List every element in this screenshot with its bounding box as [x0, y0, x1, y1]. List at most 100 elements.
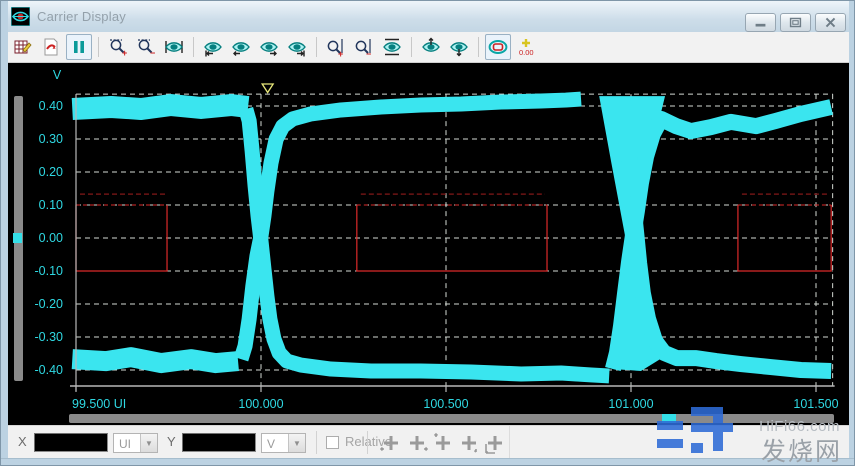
- move-right-button[interactable]: [405, 431, 429, 454]
- zero-marker-button[interactable]: 0.00: [513, 34, 539, 60]
- pan-right-button[interactable]: [256, 34, 282, 60]
- horizontal-scrollbar-thumb[interactable]: [662, 414, 676, 423]
- move-up-button[interactable]: [431, 431, 455, 454]
- toolbar-separator: [98, 37, 99, 57]
- toolbar-separator: [316, 37, 317, 57]
- mask-display-button[interactable]: [485, 34, 511, 60]
- zero-icon: 0.00: [516, 37, 536, 57]
- shift-down-button[interactable]: [446, 34, 472, 60]
- svg-text:−: −: [150, 48, 155, 57]
- fity-icon: [382, 37, 402, 57]
- x-unit-value: UI: [119, 437, 131, 451]
- y-field-label: Y: [167, 434, 176, 449]
- page-snapshot-button[interactable]: [38, 34, 64, 60]
- separator: [367, 431, 368, 454]
- svg-text:0.10: 0.10: [39, 198, 63, 212]
- horizontal-scrollbar[interactable]: [69, 414, 834, 423]
- svg-text:+: +: [122, 48, 127, 57]
- vertical-scrollbar[interactable]: [14, 96, 23, 381]
- separator: [316, 431, 317, 454]
- svg-text:+: +: [338, 49, 343, 57]
- carrier-display-window: Carrier Display + − + − 0.00 V 0.40 0.30 0.20 0.…: [0, 0, 855, 466]
- zoom-in-vertical-button[interactable]: +: [323, 34, 349, 60]
- minimize-button[interactable]: [745, 13, 776, 32]
- window-title: Carrier Display: [37, 9, 126, 24]
- relative-checkbox[interactable]: [326, 436, 339, 449]
- chevron-down-icon[interactable]: ▼: [140, 434, 157, 452]
- fitx-icon: [164, 37, 184, 57]
- zoomx+-icon: +: [108, 37, 128, 57]
- separator: [509, 426, 510, 459]
- eye-first-icon: [203, 37, 223, 57]
- report-edit-button[interactable]: [10, 34, 36, 60]
- x-field-label: X: [18, 434, 27, 449]
- eye-diagram-chart: V 0.40 0.30 0.20 0.10 0.00 -0.10 -0.20 -0.30 -0.4…: [8, 63, 849, 425]
- svg-text:99.500 UI: 99.500 UI: [72, 397, 126, 411]
- move-down-button[interactable]: [457, 431, 481, 454]
- close-button[interactable]: [815, 13, 846, 32]
- pause-button[interactable]: [66, 34, 92, 60]
- eye-up-icon: [421, 37, 441, 57]
- svg-text:-0.30: -0.30: [35, 330, 64, 344]
- chevron-down-icon[interactable]: ▼: [288, 434, 305, 452]
- toolbar: + − + − 0.00: [1, 32, 855, 63]
- y-unit-value: V: [267, 437, 275, 451]
- pan-left-button[interactable]: [228, 34, 254, 60]
- zoom-out-horizontal-button[interactable]: −: [133, 34, 159, 60]
- mv-up-icon: [432, 432, 454, 454]
- title-bar[interactable]: Carrier Display: [1, 1, 855, 32]
- move-origin-button[interactable]: [483, 431, 507, 454]
- svg-text:101.000: 101.000: [608, 397, 653, 411]
- svg-text:101.500: 101.500: [793, 397, 838, 411]
- svg-text:-0.10: -0.10: [35, 264, 64, 278]
- x-value-input[interactable]: [34, 433, 108, 452]
- svg-text:100.000: 100.000: [238, 397, 283, 411]
- restore-button[interactable]: [780, 13, 811, 32]
- zoom-in-horizontal-button[interactable]: +: [105, 34, 131, 60]
- svg-text:0.30: 0.30: [39, 132, 63, 146]
- svg-text:V: V: [53, 68, 62, 82]
- svg-text:0.40: 0.40: [39, 99, 63, 113]
- toolbar-separator: [478, 37, 479, 57]
- fit-horizontal-button[interactable]: [161, 34, 187, 60]
- mv-down-icon: [458, 432, 480, 454]
- y-unit-select[interactable]: V ▼: [261, 433, 306, 453]
- pan-first-button[interactable]: [200, 34, 226, 60]
- toolbar-separator: [411, 37, 412, 57]
- page-icon: [41, 37, 61, 57]
- mv-origin-icon: [484, 432, 506, 454]
- pan-last-button[interactable]: [284, 34, 310, 60]
- zoom-out-vertical-button[interactable]: −: [351, 34, 377, 60]
- plot-area[interactable]: V 0.40 0.30 0.20 0.10 0.00 -0.10 -0.20 -0.30 -0.4…: [8, 63, 849, 425]
- minimize-icon: [746, 14, 775, 31]
- mv-right-icon: [406, 432, 428, 454]
- report-icon: [13, 37, 33, 57]
- mask-icon: [488, 37, 508, 57]
- svg-text:-0.40: -0.40: [35, 363, 64, 377]
- y-value-input[interactable]: [182, 433, 256, 452]
- toolbar-separator: [193, 37, 194, 57]
- window-border-right: [849, 1, 855, 466]
- svg-text:0.00: 0.00: [39, 231, 63, 245]
- svg-text:0.20: 0.20: [39, 165, 63, 179]
- window-border-bottom: [1, 458, 855, 466]
- svg-text:-0.20: -0.20: [35, 297, 64, 311]
- fit-vertical-button[interactable]: [379, 34, 405, 60]
- restore-icon: [781, 14, 810, 31]
- move-left-button[interactable]: [379, 431, 403, 454]
- mv-left-icon: [380, 432, 402, 454]
- svg-text:0.00: 0.00: [519, 48, 534, 57]
- close-icon: [816, 14, 845, 31]
- status-bar: X UI ▼ Y V ▼ Relative: [1, 425, 855, 459]
- pause-icon: [69, 37, 89, 57]
- zoomx--icon: −: [136, 37, 156, 57]
- app-eye-icon: [11, 7, 30, 26]
- svg-text:−: −: [366, 49, 371, 57]
- eye-down-icon: [449, 37, 469, 57]
- window-border-left: [1, 1, 8, 466]
- shift-up-button[interactable]: [418, 34, 444, 60]
- eye-right-icon: [259, 37, 279, 57]
- vertical-scrollbar-thumb[interactable]: [13, 233, 22, 243]
- zoomy+-icon: +: [326, 37, 346, 57]
- x-unit-select[interactable]: UI ▼: [113, 433, 158, 453]
